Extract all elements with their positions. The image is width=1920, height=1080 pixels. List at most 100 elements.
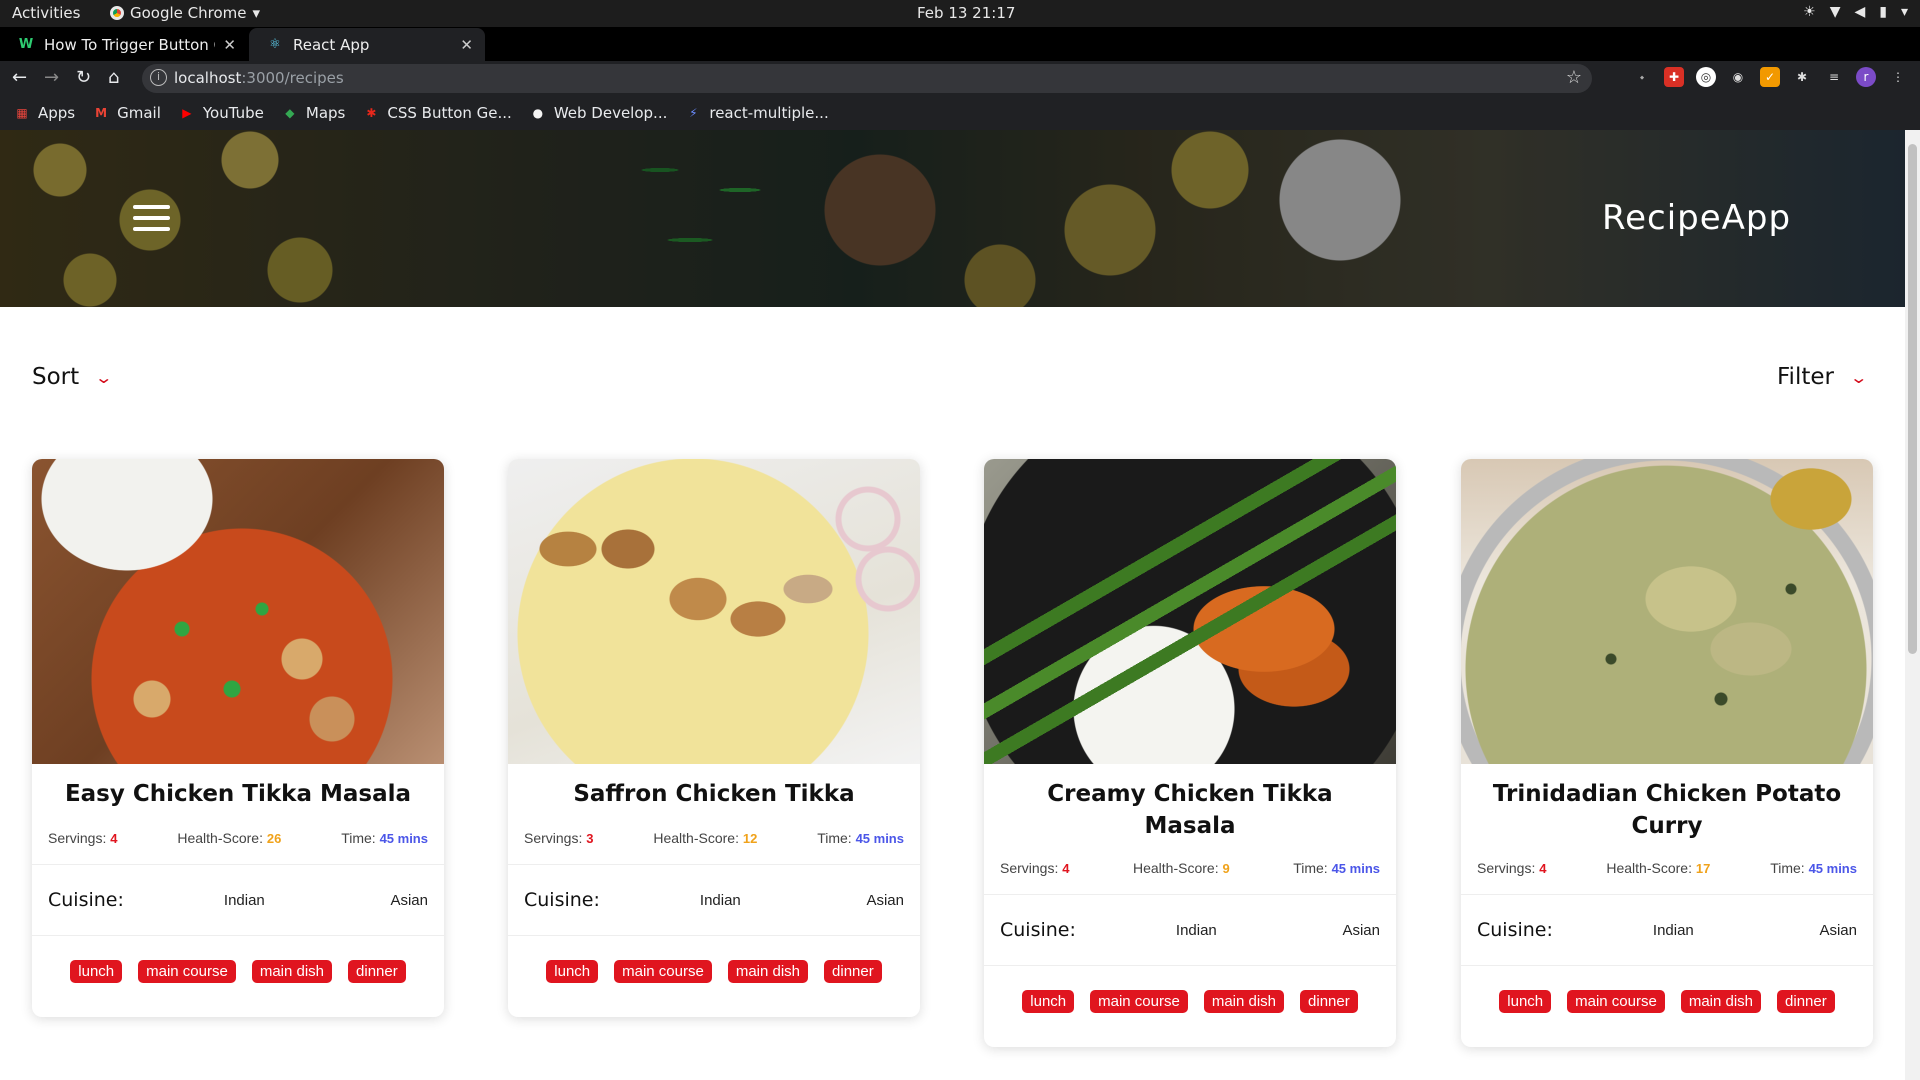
time-value: 45 mins [1808, 861, 1857, 876]
tag-badge[interactable]: dinner [824, 960, 882, 983]
bookmark-star-icon[interactable]: ☆ [1566, 67, 1582, 88]
cuisine-label: Cuisine: [1000, 919, 1076, 941]
time-label: Time: [1293, 860, 1328, 876]
app-menu-label: Google Chrome [130, 4, 247, 22]
info-icon[interactable]: i [150, 69, 167, 86]
bookmark-css-button[interactable]: ✱ CSS Button Ge... [363, 104, 511, 122]
sort-dropdown[interactable]: Sort ⌄ [32, 364, 113, 390]
home-icon[interactable]: ⌂ [108, 67, 119, 88]
wifi-icon: ▼ [1829, 4, 1841, 20]
time-value: 45 mins [855, 831, 904, 846]
menu-icon[interactable]: ⋮ [1888, 67, 1908, 87]
os-top-bar: Activities Google Chrome ▾ Feb 13 21:17 … [0, 0, 1920, 27]
tag-badge[interactable]: lunch [546, 960, 599, 983]
extension-icon[interactable]: ✚ [1664, 67, 1684, 87]
bookmark-web-develop[interactable]: ● Web Develop... [530, 104, 668, 122]
cuisine-row: Cuisine: Indian Asian [1461, 895, 1873, 966]
health-stat: Health-Score: 12 [653, 830, 757, 846]
tag-list: lunch main course main dish dinner [32, 936, 444, 1017]
hero-banner: RecipeApp [0, 130, 1905, 307]
recipe-name: Creamy Chicken Tikka Masala [1047, 781, 1333, 839]
tag-badge[interactable]: main dish [251, 960, 333, 983]
tag-badge[interactable]: lunch [70, 960, 123, 983]
reading-list-icon[interactable]: ≡ [1824, 67, 1844, 87]
tag-badge[interactable]: dinner [348, 960, 406, 983]
bookmark-gmail[interactable]: M Gmail [93, 104, 161, 122]
close-icon[interactable]: ✕ [460, 36, 473, 54]
tag-badge[interactable]: main course [1567, 990, 1665, 1013]
maps-icon: ◆ [285, 106, 295, 120]
bookmark-label: Maps [305, 104, 346, 122]
activities-button[interactable]: Activities [12, 4, 80, 22]
extension-icon[interactable]: ✓ [1760, 67, 1780, 87]
brightness-icon: ☀ [1803, 4, 1816, 20]
extension-icon[interactable]: ⬩ [1632, 67, 1652, 87]
extension-icon[interactable]: ◉ [1728, 67, 1748, 87]
extensions-area: ⬩ ✚ ◎ ◉ ✓ ✱ ≡ r ⋮ [1632, 67, 1908, 87]
recipe-photo[interactable] [984, 459, 1396, 764]
tag-badge[interactable]: lunch [1022, 990, 1075, 1013]
servings-label: Servings: [48, 830, 107, 846]
tag-badge[interactable]: dinner [1777, 990, 1835, 1013]
recipe-photo[interactable] [32, 459, 444, 764]
recipe-card[interactable]: Saffron Chicken Tikka Servings: 3 Health… [508, 459, 920, 1017]
tag-list: lunch main course main dish dinner [1461, 966, 1873, 1047]
recipe-card[interactable]: Easy Chicken Tikka Masala Servings: 4 He… [32, 459, 444, 1017]
tag-badge[interactable]: main dish [727, 960, 809, 983]
servings-value: 3 [586, 831, 594, 846]
recipe-name: Trinidadian Chicken Potato Curry [1492, 781, 1842, 839]
health-value: 26 [266, 831, 282, 846]
extension-icon[interactable]: ◎ [1696, 67, 1716, 87]
bookmark-react-multiple[interactable]: ⚡ react-multiple... [685, 104, 829, 122]
tag-badge[interactable]: main course [138, 960, 236, 983]
hamburger-menu-icon[interactable] [133, 205, 170, 231]
bookmark-label: CSS Button Ge... [387, 104, 512, 122]
tag-badge[interactable]: lunch [1499, 990, 1552, 1013]
reload-icon[interactable]: ↻ [76, 67, 91, 88]
close-icon[interactable]: ✕ [223, 36, 236, 54]
forward-icon[interactable]: → [44, 67, 59, 88]
page-scrollbar[interactable] [1905, 130, 1920, 1080]
time-value: 45 mins [379, 831, 428, 846]
url-host: localhost [174, 69, 242, 87]
tab-react-app[interactable]: ⚛ React App ✕ [249, 28, 485, 61]
recipe-photo[interactable] [1461, 459, 1873, 764]
servings-label: Servings: [1477, 860, 1536, 876]
cuisine-label: Cuisine: [48, 889, 124, 911]
chevron-down-icon: ⌄ [1849, 367, 1869, 387]
recipe-photo[interactable] [508, 459, 920, 764]
tag-badge[interactable]: dinner [1300, 990, 1358, 1013]
time-stat: Time: 45 mins [1293, 860, 1380, 876]
puzzle-icon[interactable]: ✱ [1792, 67, 1812, 87]
cuisine-value: Indian [1652, 921, 1694, 939]
cuisine-label: Cuisine: [1477, 919, 1553, 941]
servings-stat: Servings: 4 [1477, 860, 1546, 876]
scrollbar-thumb[interactable] [1908, 144, 1917, 654]
bookmark-youtube[interactable]: ▶ YouTube [179, 104, 264, 122]
system-tray[interactable]: ☀ ▼ ◀ ▮ ▾ [1803, 4, 1908, 20]
tab-title: How To Trigger Button Cl [44, 35, 216, 54]
avatar[interactable]: r [1856, 67, 1876, 87]
back-icon[interactable]: ← [12, 67, 27, 88]
tag-badge[interactable]: main course [1090, 990, 1188, 1013]
time-stat: Time: 45 mins [1770, 860, 1857, 876]
bookmark-maps[interactable]: ◆ Maps [282, 104, 345, 122]
recipe-card[interactable]: Trinidadian Chicken Potato Curry Serving… [1461, 459, 1873, 1047]
clock[interactable]: Feb 13 21:17 [917, 4, 1015, 22]
cuisine-value: Indian [699, 891, 741, 909]
app-menu[interactable]: Google Chrome ▾ [110, 4, 260, 22]
tag-badge[interactable]: main dish [1203, 990, 1285, 1013]
bookmark-label: YouTube [202, 104, 264, 122]
url-path: :3000/recipes [241, 69, 344, 87]
react-icon: ⚛ [269, 37, 281, 52]
filter-dropdown[interactable]: Filter ⌄ [1777, 364, 1869, 390]
health-stat: Health-Score: 9 [1133, 860, 1230, 876]
lightning-icon: ⚡ [689, 106, 698, 120]
tag-badge[interactable]: main course [614, 960, 712, 983]
cuisine-value: Asian [390, 891, 428, 909]
tag-badge[interactable]: main dish [1680, 990, 1762, 1013]
address-bar[interactable]: i localhost:3000/recipes ☆ [142, 64, 1592, 93]
tab-trigger-button[interactable]: W How To Trigger Button Cl ✕ [0, 28, 248, 61]
bookmark-apps[interactable]: ▦ Apps [14, 104, 75, 122]
recipe-card[interactable]: Creamy Chicken Tikka Masala Servings: 4 … [984, 459, 1396, 1047]
